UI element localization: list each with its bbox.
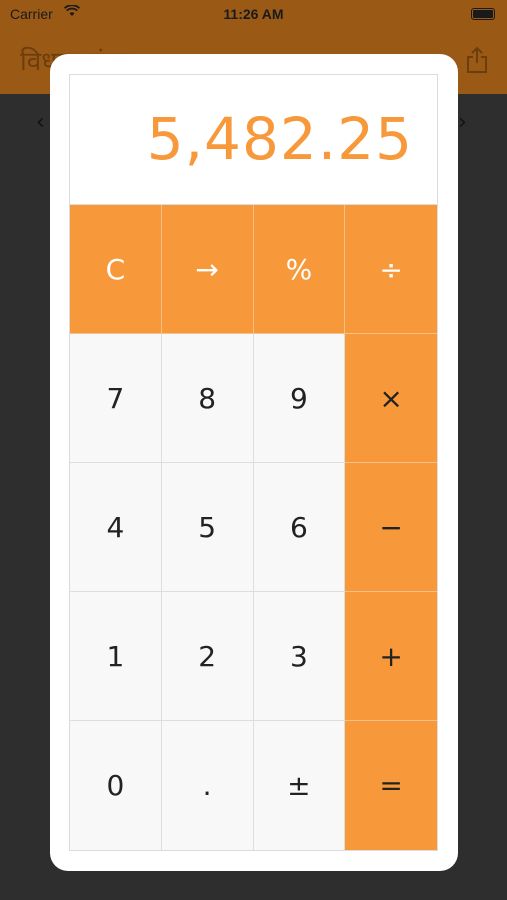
digit-4-key[interactable]: 4 bbox=[70, 463, 162, 592]
calculator-modal: 5,482.25 C →% ÷ 7 8 9 × 4 5 6− 1 2 3 +0. ± = bbox=[50, 54, 458, 871]
add-key[interactable]: + bbox=[345, 592, 437, 721]
clear-key[interactable]: C bbox=[70, 205, 162, 334]
digit-0-key[interactable]: 0 bbox=[70, 721, 162, 850]
digit-2-key[interactable]: 2 bbox=[161, 592, 254, 721]
calculator: 5,482.25 C →% ÷ 7 8 9 × 4 5 6− 1 2 3 +0. ± = bbox=[69, 74, 438, 851]
backspace-key[interactable]: → bbox=[161, 205, 254, 334]
battery-icon bbox=[471, 8, 495, 20]
digit-5-key[interactable]: 5 bbox=[161, 463, 254, 592]
equals-key[interactable]: = bbox=[345, 721, 437, 850]
sign-toggle-key[interactable]: ± bbox=[253, 721, 346, 850]
digit-9-key[interactable]: 9 bbox=[253, 334, 346, 463]
decimal-key[interactable]: . bbox=[161, 721, 254, 850]
calculator-display: 5,482.25 bbox=[70, 75, 437, 205]
multiply-key[interactable]: × bbox=[345, 334, 437, 463]
digit-6-key[interactable]: 6 bbox=[253, 463, 346, 592]
status-bar: Carrier 11:26 AM bbox=[0, 0, 507, 28]
digit-8-key[interactable]: 8 bbox=[161, 334, 254, 463]
status-time: 11:26 AM bbox=[223, 6, 284, 22]
subtract-key[interactable]: − bbox=[345, 463, 437, 592]
digit-1-key[interactable]: 1 bbox=[70, 592, 162, 721]
divide-key[interactable]: ÷ bbox=[345, 205, 437, 334]
keypad: C →% ÷ 7 8 9 × 4 5 6− 1 2 3 +0. ± = bbox=[70, 205, 437, 850]
chevron-left-icon: ‹ bbox=[36, 110, 45, 135]
digit-3-key[interactable]: 3 bbox=[253, 592, 346, 721]
chevron-right-icon: › bbox=[458, 110, 467, 135]
digit-7-key[interactable]: 7 bbox=[70, 334, 162, 463]
percent-key[interactable]: % bbox=[253, 205, 346, 334]
display-value: 5,482.25 bbox=[146, 105, 413, 173]
share-icon bbox=[467, 46, 487, 73]
